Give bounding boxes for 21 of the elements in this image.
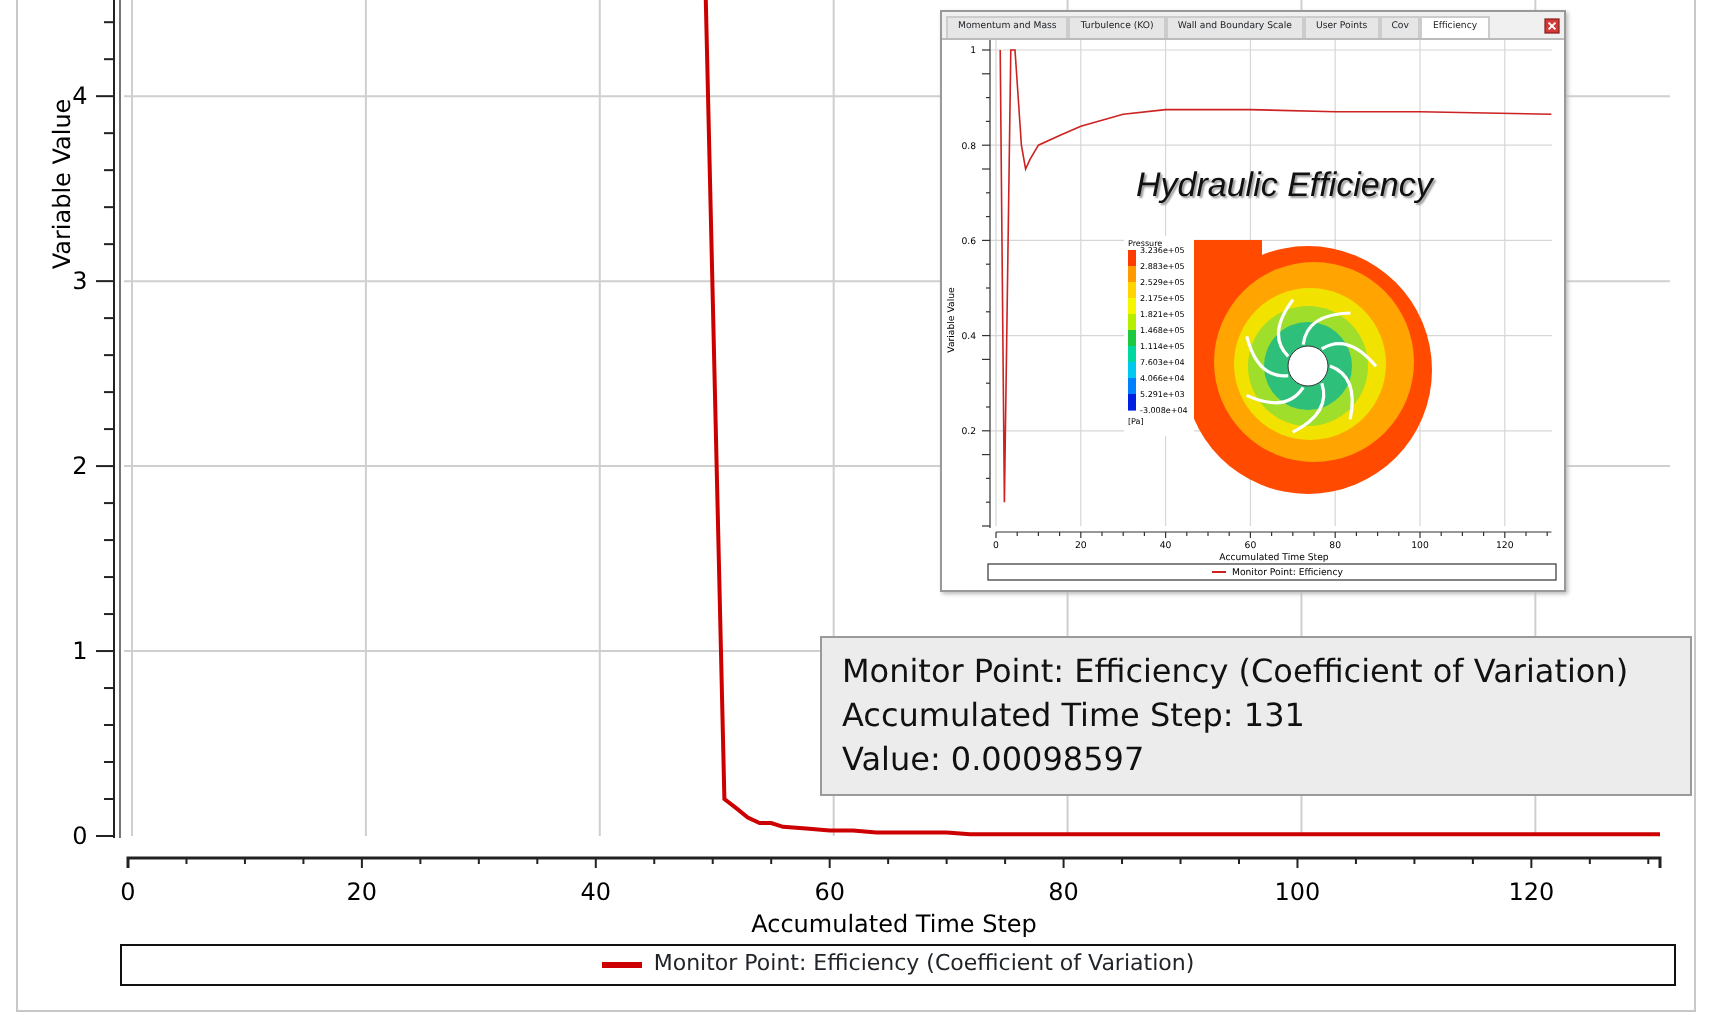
axis-tick-label: 4	[72, 82, 88, 111]
axis-tick-label: 0	[120, 878, 136, 906]
axis-tick-label: 2	[72, 452, 88, 481]
axis-tick-label: 3	[72, 267, 88, 296]
axis-tick-label: 20	[346, 878, 378, 906]
axis-tick-label: 1	[72, 637, 88, 666]
axis-tick-label: 0	[72, 822, 88, 850]
legend-swatch	[601, 962, 642, 968]
axis-tick-label: 60	[814, 878, 845, 906]
overlay-title: Hydraulic Efficiency	[1136, 166, 1433, 204]
axis-tick-label: 100	[1274, 878, 1321, 906]
x-axis-label: Accumulated Time Step	[751, 910, 1037, 938]
tooltip-line: Value: 0.00098597	[842, 738, 1147, 782]
tooltip-line: Accumulated Time Step: 131	[842, 694, 1307, 738]
axis-tick-label: 40	[580, 878, 612, 906]
close-icon[interactable]	[1544, 17, 1560, 33]
axis-tick-label: 80	[1048, 878, 1079, 906]
tooltip-line: Monitor Point: Efficiency (Coefficient of Variation)	[842, 650, 1631, 694]
y-axis-label: Variable Value	[48, 98, 76, 270]
legend-label: Monitor Point: Efficiency (Coefficient of Variation)	[653, 948, 1195, 981]
axis-tick-label: 120	[1508, 878, 1555, 906]
